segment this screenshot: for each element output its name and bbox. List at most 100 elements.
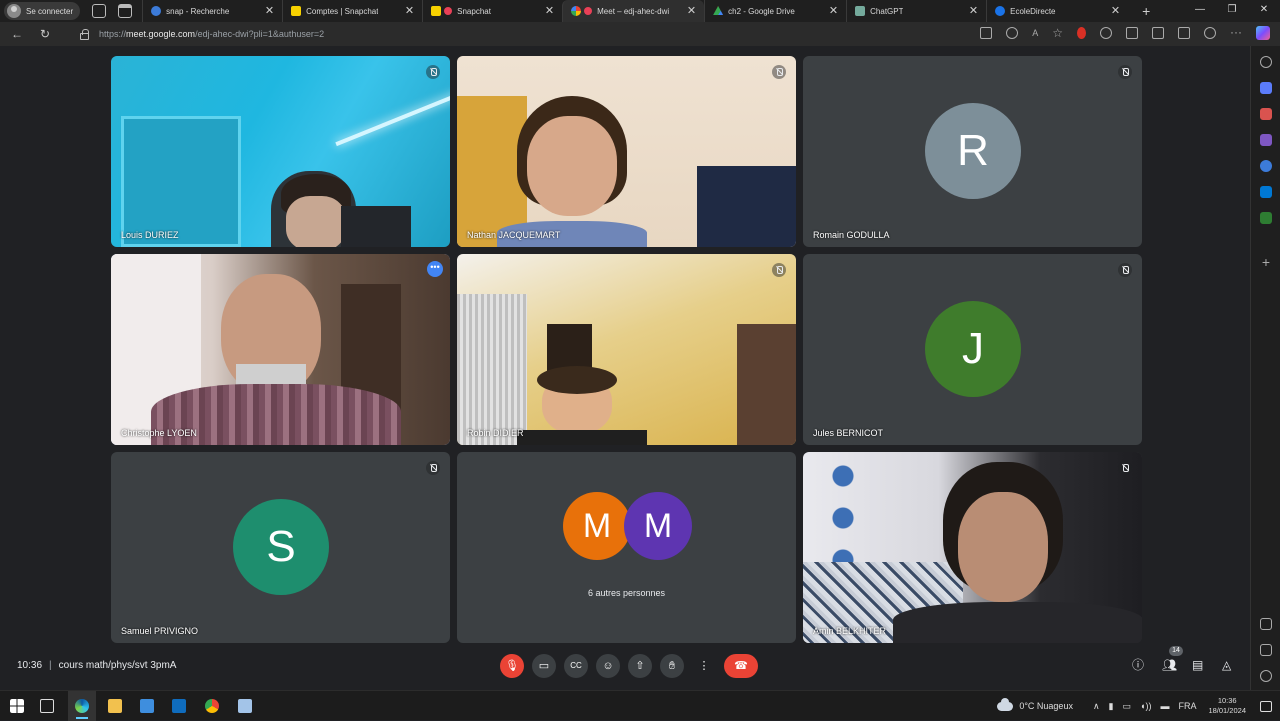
participant-tile[interactable]: S Samuel PRIVIGNO (111, 452, 450, 643)
read-aloud-icon[interactable]: A (1032, 27, 1038, 39)
participant-tile[interactable]: Louis DURIEZ (111, 56, 450, 247)
extension-red-icon[interactable] (1077, 27, 1086, 39)
close-icon[interactable]: ✕ (545, 4, 554, 17)
open-window-icon[interactable] (1260, 644, 1272, 656)
participant-name: Samuel PRIVIGNO (121, 626, 199, 636)
settings-gear-icon[interactable] (1260, 670, 1272, 682)
close-icon[interactable]: ✕ (829, 4, 838, 17)
participant-tile[interactable]: Amin BELKHITER (803, 452, 1142, 643)
language-indicator[interactable]: FRA (1178, 701, 1196, 712)
tab-chatgpt[interactable]: ChatGPT ✕ (846, 0, 986, 22)
info-icon: ⓘ (1132, 658, 1145, 672)
network-icon[interactable]: ▭ (1123, 701, 1132, 712)
refresh-icon[interactable]: ↻ (34, 27, 56, 41)
meeting-details-button[interactable]: ⓘ (1132, 656, 1146, 672)
workspaces-icon[interactable] (92, 4, 107, 18)
url-text: https://meet.google.com/edj-ahec-dwi?pli… (99, 29, 324, 39)
chevron-up-icon[interactable]: ∧ (1093, 701, 1100, 712)
participant-tile[interactable]: R Romain GODULLA (803, 56, 1142, 247)
split-screen-icon[interactable] (1126, 27, 1138, 39)
collections-icon[interactable] (1178, 27, 1190, 39)
clock-date[interactable]: 10:36 18/01/2024 (1208, 696, 1246, 716)
cloud-icon (997, 697, 1014, 711)
microsoft-365-icon[interactable] (1260, 160, 1272, 172)
mic-off-icon: 🎙︎ (505, 660, 519, 672)
mail-icon[interactable] (172, 699, 186, 713)
tab-label: Comptes | Snapchat (306, 6, 379, 16)
copilot-icon[interactable] (1256, 26, 1270, 40)
notepad-icon[interactable] (238, 699, 252, 713)
volume-icon[interactable]: ◖)) (1140, 701, 1151, 712)
edge-icon[interactable] (75, 699, 89, 713)
more-options-button[interactable]: ⋮ (692, 654, 716, 678)
store-icon[interactable] (140, 699, 154, 713)
search-icon[interactable] (1260, 56, 1272, 68)
tab-actions-icon[interactable] (118, 4, 133, 18)
more-options-icon[interactable]: ••• (427, 261, 443, 277)
minimize-icon[interactable]: — (1184, 0, 1216, 22)
games-icon[interactable] (1260, 134, 1272, 146)
tools-icon[interactable] (1260, 108, 1272, 120)
new-tab-icon[interactable]: + (1142, 3, 1150, 19)
extensions-icon[interactable] (1100, 27, 1112, 39)
camera-button[interactable]: ▭ (532, 654, 556, 678)
windows-start-icon[interactable] (10, 699, 24, 713)
participant-tile-active[interactable]: ••• Christophe LYOEN (111, 254, 450, 445)
close-icon[interactable]: ✕ (687, 4, 696, 17)
present-screen-button[interactable]: ⇧ (628, 654, 652, 678)
tab-ecoledirecte[interactable]: EcoleDirecte ✕ (986, 0, 1128, 22)
close-window-icon[interactable]: ✕ (1248, 0, 1280, 22)
tab-label: ChatGPT (870, 6, 904, 16)
tab-label: EcoleDirecte (1010, 6, 1056, 16)
microphone-tray-icon[interactable]: ▮ (1109, 701, 1114, 712)
window-controls: — ❐ ✕ (1184, 0, 1280, 22)
more-menu-icon[interactable]: ··· (1230, 26, 1242, 39)
back-icon[interactable]: ← (6, 27, 28, 41)
chat-button[interactable]: ▤ (1192, 656, 1206, 672)
close-icon[interactable]: ✕ (405, 4, 414, 17)
emoji-button[interactable]: ☺ (596, 654, 620, 678)
close-icon[interactable]: ✕ (969, 4, 978, 17)
add-icon[interactable]: + (1260, 255, 1272, 269)
tab-comptes-snapchat[interactable]: Comptes | Snapchat ✕ (282, 0, 422, 22)
participant-tile[interactable]: Robin DIDIER (457, 254, 796, 445)
favorite-star-icon[interactable]: ☆ (1052, 27, 1063, 39)
close-icon[interactable]: ✕ (1111, 4, 1120, 17)
file-explorer-icon[interactable] (108, 699, 122, 713)
activities-button[interactable]: ◬ (1222, 656, 1236, 672)
taskbar-time: 10:36 (1217, 696, 1237, 705)
meeting-info: 10:36 | cours math/phys/svt 3pmA (17, 660, 176, 671)
notifications-icon[interactable] (1260, 700, 1272, 712)
outlook-icon[interactable] (1260, 186, 1272, 198)
chrome-taskbar-icon[interactable] (205, 699, 219, 713)
raise-hand-button[interactable]: ✋︎ (660, 654, 684, 678)
url-domain: meet.google.com (126, 29, 196, 39)
microphone-off-button[interactable]: 🎙︎ (500, 654, 524, 678)
tab-meet[interactable]: Meet – edj-ahec-dwi ✕ (562, 0, 705, 22)
battery-icon[interactable]: ▬ (1160, 701, 1169, 712)
tab-google-drive[interactable]: ch2 - Google Drive ✕ (704, 0, 846, 22)
lock-icon (80, 28, 89, 40)
participant-tile[interactable]: Nathan JACQUEMART (457, 56, 796, 247)
zoom-icon[interactable] (1006, 27, 1019, 39)
others-tile[interactable]: M M 6 autres personnes (457, 452, 796, 643)
call-controls: 🎙︎ ▭ CC ☺ ⇧ ✋︎ ⋮ ☎︎ (500, 654, 758, 678)
favorites-icon[interactable] (1152, 27, 1164, 39)
weather-widget[interactable]: 0°C Nuageux (997, 697, 1073, 711)
captions-button[interactable]: CC (564, 654, 588, 678)
task-view-icon[interactable] (40, 699, 54, 713)
camera-in-use-icon[interactable] (980, 27, 993, 39)
hide-sidebar-icon[interactable] (1260, 618, 1272, 630)
profile-button[interactable]: Se connecter (4, 2, 81, 20)
participant-tile[interactable]: J Jules BERNICOT (803, 254, 1142, 445)
leave-call-button[interactable]: ☎︎ (724, 654, 758, 678)
tab-snap-recherche[interactable]: snap - Recherche ✕ (142, 0, 282, 22)
browser-essentials-icon[interactable] (1204, 27, 1216, 39)
close-icon[interactable]: ✕ (265, 4, 274, 17)
people-button[interactable]: 👥︎ 14 (1162, 646, 1183, 672)
tab-snapchat[interactable]: Snapchat ✕ (422, 0, 562, 22)
drop-icon[interactable] (1260, 212, 1272, 224)
participant-avatar: J (925, 301, 1021, 397)
shopping-icon[interactable] (1260, 82, 1272, 94)
maximize-icon[interactable]: ❐ (1216, 0, 1248, 22)
